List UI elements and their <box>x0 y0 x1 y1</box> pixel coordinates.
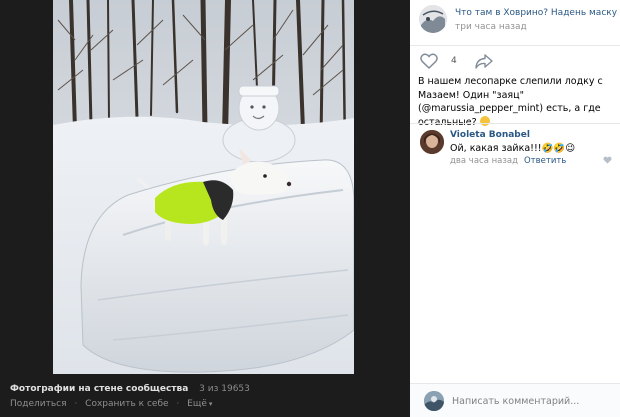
photo-image <box>53 0 354 374</box>
comment-item: Violeta Bonabel Ой, какая зайка!!!🤣🤣😉 дв… <box>420 130 614 170</box>
photo[interactable] <box>53 0 354 374</box>
more-label: Ещё <box>187 399 207 409</box>
post-header: Что там в Ховрино? Надень маску три часа… <box>419 5 617 39</box>
reply-button[interactable]: Ответить <box>524 156 566 166</box>
photo-counter: 3 из 19653 <box>199 384 250 394</box>
more-menu-button[interactable]: Ещё ▾ <box>187 399 212 409</box>
share-photo-button[interactable]: Поделиться <box>10 399 67 409</box>
album-title-link[interactable]: Фотографии на стене сообщества <box>10 384 188 394</box>
divider <box>410 123 620 124</box>
post-text-content: В нашем лесопарке слепили лодку с Мазаем… <box>418 76 603 128</box>
comment-timestamp[interactable]: два часа назад <box>450 156 518 166</box>
viewer-footer: Фотографии на стене сообщества 3 из 1965… <box>10 384 400 409</box>
user-avatar-icon <box>424 391 444 411</box>
avatar-photo-icon <box>420 130 444 154</box>
chevron-down-icon: ▾ <box>208 400 213 408</box>
comment-input[interactable] <box>452 390 602 412</box>
photo-viewer: Фотографии на стене сообщества 3 из 1965… <box>0 0 410 417</box>
comment-author-link[interactable]: Violeta Bonabel <box>450 130 530 140</box>
current-user-avatar[interactable] <box>424 391 444 411</box>
comment-meta: два часа назад Ответить <box>450 156 566 166</box>
divider <box>410 45 620 46</box>
comment-text: Ой, какая зайка!!!🤣🤣😉 <box>450 143 576 154</box>
post-text: В нашем лесопарке слепили лодку с Мазаем… <box>418 75 618 129</box>
group-avatar[interactable] <box>419 5 447 33</box>
group-logo-icon <box>419 5 447 33</box>
separator-dot: · <box>74 399 78 409</box>
commenter-avatar[interactable] <box>420 130 444 154</box>
post-sidebar: Что там в Ховрино? Надень маску три часа… <box>410 0 620 417</box>
emoji-icon <box>479 115 490 126</box>
like-count: 4 <box>451 56 457 66</box>
comment-composer <box>410 383 620 417</box>
comment-heart-icon[interactable] <box>603 156 612 164</box>
group-name-link[interactable]: Что там в Ховрино? Надень маску <box>455 8 617 18</box>
share-arrow-icon[interactable] <box>475 54 493 69</box>
save-photo-button[interactable]: Сохранить к себе <box>85 399 168 409</box>
post-timestamp[interactable]: три часа назад <box>455 22 527 32</box>
separator-dot: · <box>176 399 180 409</box>
heart-icon[interactable] <box>420 53 438 69</box>
